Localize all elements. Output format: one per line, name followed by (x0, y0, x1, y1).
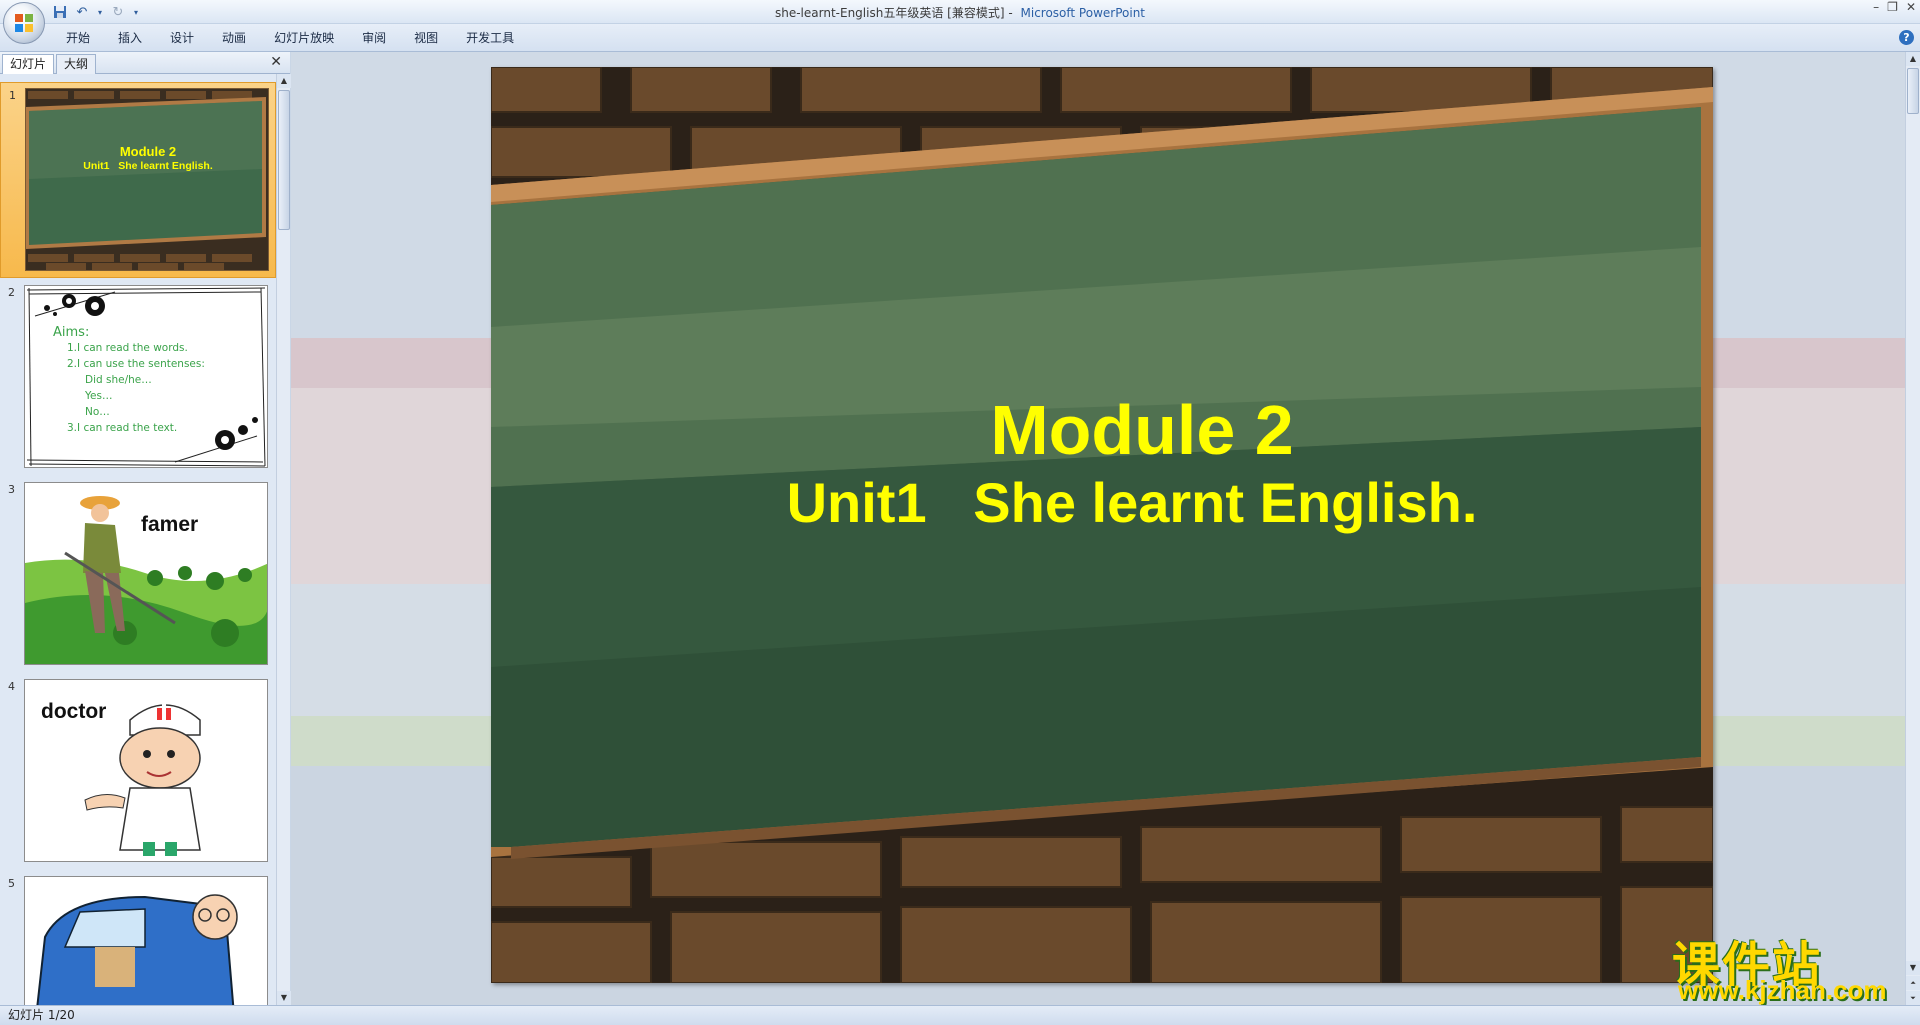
scrollbar-thumb[interactable] (1907, 68, 1919, 114)
previous-slide-icon[interactable]: ⏶ (1906, 976, 1920, 990)
slide-title[interactable]: Module 2 (491, 390, 1713, 470)
scroll-up-icon[interactable]: ▲ (1906, 52, 1920, 66)
tab-developer[interactable]: 开发工具 (452, 30, 528, 46)
ribbon-tabs: 开始 插入 设计 动画 幻灯片放映 审阅 视图 开发工具 (52, 30, 528, 46)
thumb-label: famer (141, 513, 199, 536)
restore-icon[interactable]: ❐ (1887, 0, 1898, 14)
thumb-title: Module 2 (119, 144, 177, 159)
slide-number: 3 (8, 483, 15, 496)
powerpoint-window: ↶ ▾ ↻ ▾ she-learnt-English五年级英语 [兼容模式] -… (0, 0, 1920, 1025)
tab-review[interactable]: 审阅 (348, 30, 400, 46)
thumb-line: 3.I can read the text. (67, 422, 178, 434)
slide-counter: 幻灯片 1/20 (8, 1008, 75, 1022)
close-icon[interactable]: ✕ (1906, 0, 1916, 14)
help-icon[interactable]: ? (1899, 30, 1914, 45)
slide-thumbnail-4[interactable]: 4 doctor (0, 674, 276, 870)
thumb-heading: Aims: (53, 325, 90, 340)
scrollbar-thumb[interactable] (278, 90, 290, 230)
thumb-line: 2.I can use the sentenses: (67, 358, 205, 370)
slide-thumbnail-5[interactable]: 5 (0, 871, 276, 1005)
next-slide-icon[interactable]: ⏷ (1906, 991, 1920, 1005)
thumb-line: Did she/he… (85, 374, 152, 386)
scroll-up-icon[interactable]: ▲ (277, 74, 291, 88)
slide-subtitle[interactable]: Unit1 She learnt English. (491, 470, 1713, 535)
slide-thumbnail-1[interactable]: 1 Module 2 Unit1 She learnt English. (0, 82, 276, 278)
thumb-line: Yes… (85, 390, 113, 402)
tab-insert[interactable]: 插入 (104, 30, 156, 46)
title-bar: ↶ ▾ ↻ ▾ she-learnt-English五年级英语 [兼容模式] -… (0, 0, 1920, 24)
title-separator: - (1008, 6, 1013, 20)
site-watermark: 课件站 www.kjzhan.com (1672, 925, 1902, 1005)
slide-number: 4 (8, 680, 15, 693)
slide-preview: Aims: 1.I can read the words. 2.I can us… (24, 285, 268, 468)
scroll-down-icon[interactable]: ▼ (277, 991, 291, 1005)
pane-tab-bar: 幻灯片 大纲 ✕ (0, 52, 290, 74)
slide-thumbnail-3[interactable]: 3 famer (0, 477, 276, 673)
slide-thumbnails: 1 Module 2 Unit1 She learnt English. 2 A… (0, 74, 276, 1005)
document-name: she-learnt-English五年级英语 [兼容模式] (774, 6, 1005, 20)
current-slide[interactable]: Module 2 Unit1 She learnt English. (491, 67, 1713, 983)
farmer-image (25, 496, 267, 664)
slide-preview: Module 2 Unit1 She learnt English. (25, 88, 269, 271)
slide-preview (24, 876, 268, 1005)
chalkboard-image (26, 89, 268, 270)
ribbon-tab-bar: 开始 插入 设计 动画 幻灯片放映 审阅 视图 开发工具 ? (0, 24, 1920, 52)
car-driver-image (36, 894, 238, 1005)
minimize-icon[interactable]: – (1873, 0, 1879, 14)
thumb-label: doctor (41, 700, 107, 723)
tab-outline[interactable]: 大纲 (56, 54, 97, 74)
tab-view[interactable]: 视图 (400, 30, 452, 46)
slides-pane: 幻灯片 大纲 ✕ 1 Module 2 Unit1 She learnt Eng… (0, 52, 291, 1005)
thumb-subtitle: Unit1 She learnt English. (83, 160, 213, 172)
slide-number: 5 (8, 877, 15, 890)
status-bar: 幻灯片 1/20 (0, 1005, 1920, 1025)
tab-slides[interactable]: 幻灯片 (2, 54, 55, 74)
close-pane-icon[interactable]: ✕ (270, 54, 282, 70)
tab-slide-show[interactable]: 幻灯片放映 (260, 30, 348, 46)
thumb-line: 1.I can read the words. (67, 342, 188, 354)
watermark-url: www.kjzhan.com (1678, 975, 1887, 1005)
tab-animations[interactable]: 动画 (208, 30, 260, 46)
office-button[interactable] (3, 2, 45, 44)
tab-design[interactable]: 设计 (156, 30, 208, 46)
thumbnails-scrollbar[interactable]: ▲ ▼ (276, 74, 291, 1005)
office-logo-icon (15, 14, 33, 32)
tab-home[interactable]: 开始 (52, 30, 104, 46)
slide-number: 2 (8, 286, 15, 299)
slide-preview: famer (24, 482, 268, 665)
window-title: she-learnt-English五年级英语 [兼容模式] - Microso… (0, 4, 1920, 21)
window-controls: – ❐ ✕ (1873, 0, 1916, 14)
app-name: Microsoft PowerPoint (1020, 6, 1146, 20)
slide-number: 1 (9, 89, 16, 102)
editor-scrollbar[interactable]: ▲ ▼ ⏶ ⏷ (1905, 52, 1920, 1005)
scroll-down-icon[interactable]: ▼ (1906, 961, 1920, 975)
slide-editor: Module 2 Unit1 She learnt English. ▲ ▼ ⏶… (291, 52, 1920, 1005)
slide-preview: doctor (24, 679, 268, 862)
thumb-line: No… (85, 406, 110, 418)
slide-thumbnail-2[interactable]: 2 Aims: 1.I can read the words. 2.I can … (0, 280, 276, 476)
